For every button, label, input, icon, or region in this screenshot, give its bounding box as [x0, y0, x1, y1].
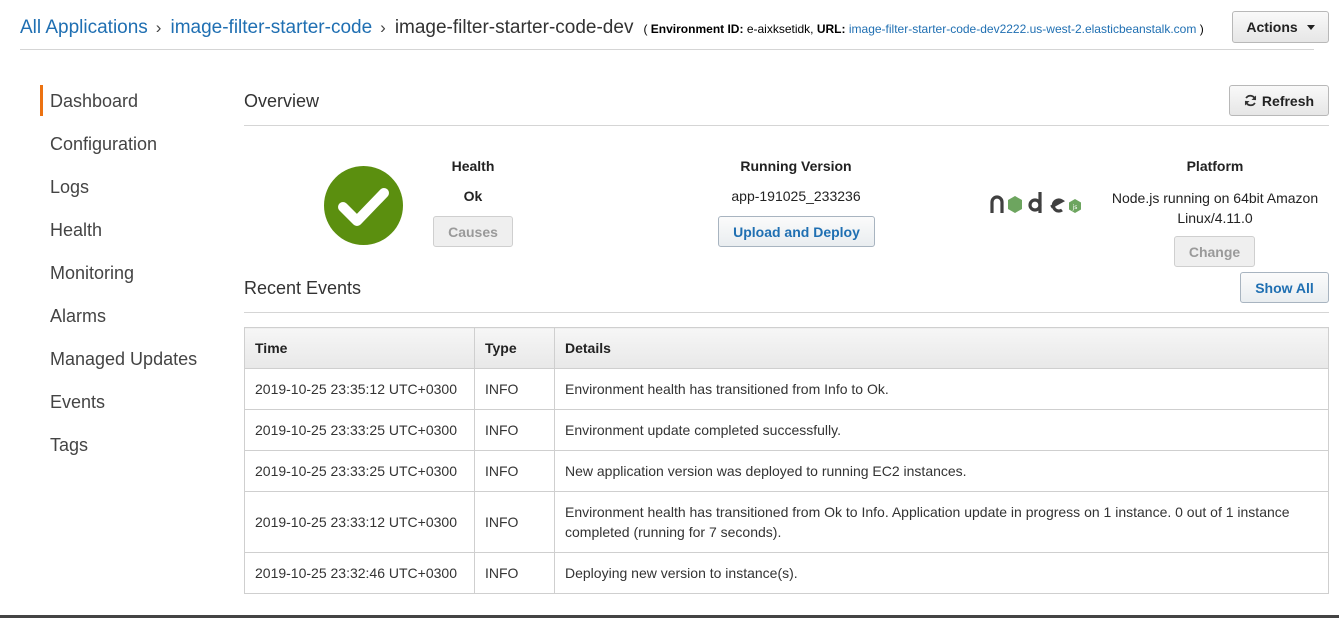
event-type: INFO	[474, 450, 555, 492]
event-type: INFO	[474, 409, 555, 451]
running-version-label: Running Version	[740, 158, 852, 174]
table-row: 2019-10-25 23:35:12 UTC+0300 INFO Enviro…	[244, 368, 1329, 410]
causes-button[interactable]: Causes	[433, 216, 513, 247]
breadcrumb-environment: image-filter-starter-code-dev	[394, 17, 634, 38]
actions-button[interactable]: Actions	[1232, 11, 1329, 43]
env-id-label: Environment ID:	[650, 22, 744, 36]
column-header-time[interactable]: Time	[244, 327, 475, 369]
environment-meta: ( Environment ID: e-aixksetidk, URL: ima…	[643, 22, 1204, 36]
events-divider	[244, 312, 1329, 313]
event-details: Environment health has transitioned from…	[554, 491, 1329, 553]
refresh-button[interactable]: Refresh	[1229, 85, 1329, 116]
breadcrumb-all-applications[interactable]: All Applications	[20, 17, 148, 38]
running-version-value: app-191025_233236	[731, 188, 861, 204]
sidebar-item-monitoring[interactable]: Monitoring	[40, 252, 220, 295]
health-status-indicator	[324, 166, 403, 245]
event-time: 2019-10-25 23:35:12 UTC+0300	[244, 368, 475, 410]
env-id-value: e-aixksetidk	[746, 22, 811, 36]
upload-and-deploy-button[interactable]: Upload and Deploy	[718, 216, 875, 247]
sidebar-item-configuration[interactable]: Configuration	[40, 123, 220, 166]
table-row: 2019-10-25 23:33:12 UTC+0300 INFO Enviro…	[244, 491, 1329, 553]
event-details: Environment update completed successfull…	[554, 409, 1329, 451]
column-header-type[interactable]: Type	[474, 327, 555, 369]
table-header-row: Time Type Details	[244, 327, 1329, 369]
header-divider	[20, 49, 1314, 50]
overview-title: Overview	[244, 91, 320, 111]
caret-down-icon	[1306, 24, 1315, 30]
event-time: 2019-10-25 23:33:25 UTC+0300	[244, 450, 475, 492]
event-time: 2019-10-25 23:32:46 UTC+0300	[244, 552, 475, 594]
event-type: INFO	[474, 552, 555, 594]
event-time: 2019-10-25 23:33:12 UTC+0300	[244, 491, 475, 553]
nodejs-logo-icon: js	[990, 192, 1081, 213]
chevron-right-icon: ›	[380, 18, 386, 37]
checkmark-icon	[338, 188, 389, 226]
events-table: Time Type Details 2019-10-25 23:35:12 UT…	[244, 327, 1329, 594]
health-label: Health	[451, 158, 495, 174]
event-details: Deploying new version to instance(s).	[554, 552, 1329, 594]
column-header-details[interactable]: Details	[554, 327, 1329, 369]
overview-divider	[244, 125, 1329, 126]
refresh-icon	[1244, 94, 1256, 107]
url-label: URL:	[816, 22, 846, 36]
table-row: 2019-10-25 23:33:25 UTC+0300 INFO Enviro…	[244, 409, 1329, 451]
health-value: Ok	[463, 188, 483, 204]
breadcrumb-application[interactable]: image-filter-starter-code	[170, 17, 372, 38]
platform-value: Node.js running on 64bit Amazon Linux/4.…	[1105, 188, 1325, 228]
sidebar-item-health[interactable]: Health	[40, 209, 220, 252]
sidebar-item-logs[interactable]: Logs	[40, 166, 220, 209]
platform-value-line2: Linux/4.11.0	[1177, 210, 1253, 226]
nodejs-logo: js	[990, 189, 1085, 224]
sidebar-item-dashboard[interactable]: Dashboard	[40, 80, 220, 123]
sidebar: Dashboard Configuration Logs Health Moni…	[40, 80, 220, 467]
table-row: 2019-10-25 23:32:46 UTC+0300 INFO Deploy…	[244, 552, 1329, 594]
recent-events-title: Recent Events	[244, 278, 362, 298]
change-platform-button[interactable]: Change	[1174, 236, 1255, 267]
sidebar-item-tags[interactable]: Tags	[40, 424, 220, 467]
event-type: INFO	[474, 491, 555, 553]
svg-text:js: js	[1072, 204, 1078, 211]
environment-url-link[interactable]: image-filter-starter-code-dev2222.us-wes…	[849, 22, 1196, 36]
event-details: New application version was deployed to …	[554, 450, 1329, 492]
chevron-right-icon: ›	[155, 18, 162, 37]
event-time: 2019-10-25 23:33:25 UTC+0300	[244, 409, 475, 451]
sidebar-item-managed-updates[interactable]: Managed Updates	[40, 338, 220, 381]
header: All Applications › image-filter-starter-co…	[20, 0, 1339, 50]
table-row: 2019-10-25 23:33:25 UTC+0300 INFO New ap…	[244, 450, 1329, 492]
show-all-button[interactable]: Show All	[1240, 272, 1329, 303]
platform-value-line1: Node.js running on 64bit Amazon	[1111, 190, 1319, 206]
platform-label: Platform	[1186, 158, 1244, 174]
sidebar-item-events[interactable]: Events	[40, 381, 220, 424]
event-details: Environment health has transitioned from…	[554, 368, 1329, 410]
breadcrumb: All Applications › image-filter-starter-co…	[20, 17, 1204, 40]
event-type: INFO	[474, 368, 555, 410]
sidebar-item-alarms[interactable]: Alarms	[40, 295, 220, 338]
